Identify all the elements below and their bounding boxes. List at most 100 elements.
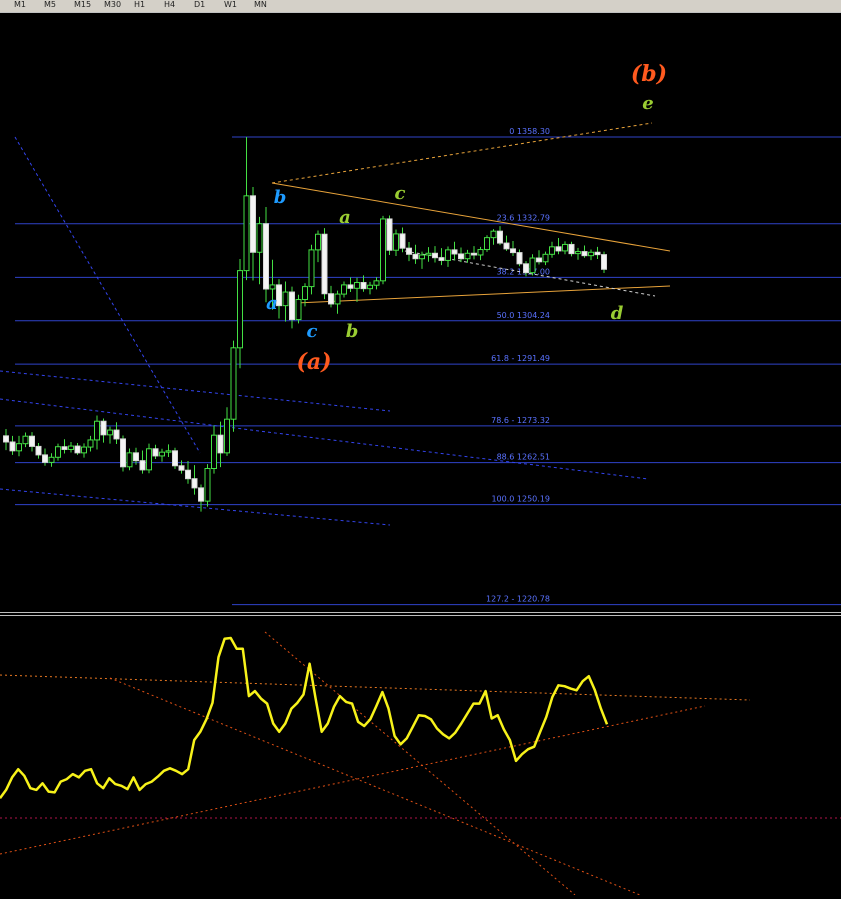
candle-body: [178, 465, 185, 471]
wave-label: (b): [631, 61, 667, 87]
candle-body: [575, 251, 581, 255]
wave-label: a: [266, 293, 278, 314]
wave-label: (a): [296, 349, 331, 375]
candle-body: [133, 452, 139, 462]
timeframe-button-m1[interactable]: M1: [14, 0, 26, 11]
candle-body: [68, 445, 74, 450]
fib-level-label: 23.6 1332.79: [497, 214, 550, 223]
candle-body: [263, 223, 269, 290]
candle-body: [308, 249, 315, 288]
candle-body: [61, 446, 68, 450]
candle-body: [35, 445, 42, 456]
candle-body: [490, 230, 497, 239]
candle-body: [425, 252, 432, 256]
timeframe-button-w1[interactable]: W1: [224, 0, 237, 11]
candle-body: [484, 237, 490, 251]
candle-body: [22, 435, 29, 445]
candle-body: [87, 439, 94, 448]
candle-body: [386, 218, 393, 251]
candle-body: [536, 257, 542, 263]
trend-line: [271, 182, 671, 252]
timeframe-button-d1[interactable]: D1: [194, 0, 205, 11]
candle-body: [354, 282, 360, 289]
wave-label: d: [611, 303, 624, 324]
candle-body: [139, 460, 146, 471]
candle-body: [230, 347, 237, 420]
candle-body: [601, 254, 607, 270]
candle-body: [555, 246, 562, 252]
candle-body: [497, 230, 503, 244]
candle-body: [523, 263, 529, 274]
candle-body: [334, 293, 341, 305]
candle-body: [172, 450, 178, 467]
candle-body: [412, 253, 419, 260]
fib-level-label: 88.6 1262.51: [497, 453, 550, 462]
timeframe-button-h1[interactable]: H1: [134, 0, 145, 11]
candle-body: [445, 249, 451, 261]
candle-body: [367, 284, 373, 290]
trend-line: [0, 370, 391, 412]
candle-body: [146, 448, 152, 471]
candle-body: [211, 434, 217, 469]
candle-body: [510, 248, 516, 254]
candle-body: [594, 251, 601, 256]
candle-body: [3, 435, 9, 443]
oscillator-chart[interactable]: [0, 616, 841, 896]
candle-body: [419, 254, 425, 260]
oscillator-panel[interactable]: [0, 616, 841, 896]
oscillator-trend-line: [0, 705, 706, 855]
candle-body: [581, 251, 588, 257]
candle-body: [9, 441, 16, 452]
candle-body: [380, 218, 386, 282]
wave-label: c: [395, 183, 406, 204]
candle-body: [295, 299, 302, 321]
wave-label: a: [339, 207, 351, 228]
candle-body: [438, 257, 445, 261]
timeframe-button-mn[interactable]: MN: [254, 0, 267, 11]
candle-body: [126, 452, 133, 468]
candle-body: [243, 195, 250, 272]
candle-body: [94, 420, 100, 441]
wave-label: b: [346, 321, 359, 342]
candle-body: [289, 291, 295, 321]
candle-body: [100, 420, 107, 436]
candle-body: [224, 418, 230, 454]
candle-body: [568, 243, 575, 255]
candle-body: [217, 434, 224, 454]
fib-level-label: 78.6 - 1273.32: [491, 416, 550, 425]
candle-body: [48, 456, 55, 463]
candle-body: [29, 435, 35, 447]
candle-body: [16, 443, 22, 452]
timeframe-button-h4[interactable]: H4: [164, 0, 175, 11]
candle-body: [360, 282, 367, 290]
candle-body: [282, 291, 289, 307]
candle-body: [250, 195, 256, 253]
candle-body: [81, 446, 87, 454]
candle-body: [471, 252, 477, 256]
trend-line: [271, 122, 653, 184]
candle-body: [451, 249, 458, 255]
wave-label: e: [642, 93, 653, 114]
timeframe-button-m30[interactable]: M30: [104, 0, 121, 11]
candle-body: [107, 429, 113, 436]
candle-body: [237, 270, 243, 349]
candle-body: [191, 478, 198, 489]
candle-body: [269, 284, 276, 290]
candle-body: [542, 253, 549, 263]
candle-body: [458, 253, 464, 260]
candle-body: [321, 233, 328, 295]
trend-line: [14, 136, 201, 454]
price-chart[interactable]: 0 1358.3023.6 1332.7938.2 1317.0050.0 13…: [0, 13, 841, 613]
candle-body: [113, 429, 120, 440]
timeframe-button-m15[interactable]: M15: [74, 0, 91, 11]
candle-body: [74, 445, 81, 454]
wave-label: c: [307, 321, 318, 342]
price-chart-panel[interactable]: 0 1358.3023.6 1332.7938.2 1317.0050.0 13…: [0, 12, 841, 613]
candle-body: [120, 438, 126, 468]
fib-level-label: 0 1358.30: [509, 127, 550, 136]
candle-body: [406, 247, 412, 255]
candle-body: [165, 450, 172, 453]
timeframe-button-m5[interactable]: M5: [44, 0, 56, 11]
candle-body: [432, 252, 438, 259]
candle-body: [464, 252, 471, 260]
